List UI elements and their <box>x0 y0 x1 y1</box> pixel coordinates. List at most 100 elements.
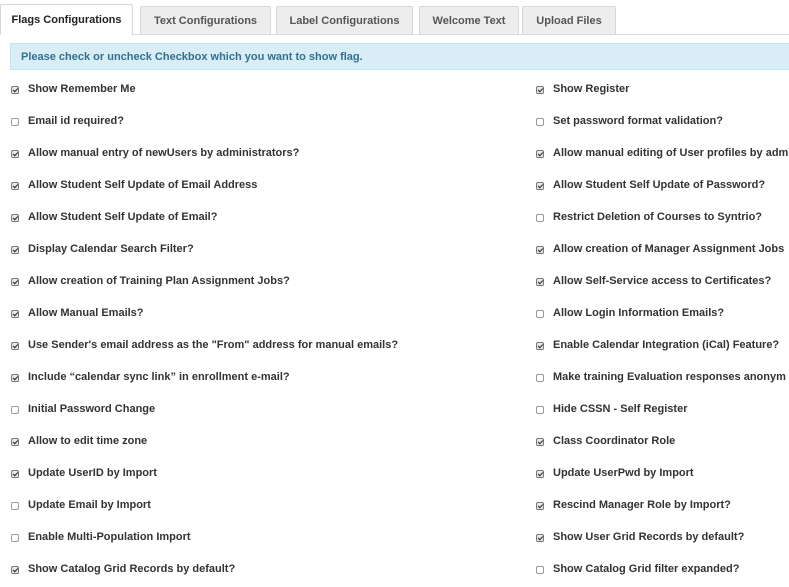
flag-checkbox[interactable] <box>536 373 544 382</box>
tab-flags-configurations[interactable]: Flags Configurations <box>0 4 133 35</box>
flag-label: Update UserPwd by Import <box>553 467 694 479</box>
flag-row-rescind-manager-role-by-import[interactable]: Rescind Manager Role by Import? <box>536 495 731 515</box>
flag-row-allow-self-service-access-to-certificate[interactable]: Allow Self-Service access to Certificate… <box>536 271 771 291</box>
flag-checkbox[interactable] <box>11 213 19 222</box>
flag-checkbox[interactable] <box>11 149 19 158</box>
flag-label: Restrict Deletion of Courses to Syntrio? <box>553 211 763 223</box>
info-message: Please check or uncheck Checkbox which y… <box>10 43 789 70</box>
flag-checkbox[interactable] <box>536 309 544 318</box>
tab-welcome-text[interactable]: Welcome Text <box>419 6 519 34</box>
tab-bar: Flags Configurations Text Configurations… <box>0 0 789 35</box>
flag-label: Email id required? <box>28 115 124 127</box>
flag-row-show-catalog-grid-records-by-default[interactable]: Show Catalog Grid Records by default? <box>11 559 235 579</box>
flag-label: Show User Grid Records by default? <box>553 531 745 543</box>
flag-label: Allow manual editing of User profiles by… <box>553 147 789 159</box>
flag-label: Update UserID by Import <box>28 467 157 479</box>
flag-label: Allow Login Information Emails? <box>553 307 725 319</box>
flag-label: Make training Evaluation responses anony… <box>553 371 786 383</box>
flag-label: Rescind Manager Role by Import? <box>553 499 731 511</box>
flag-row-class-coordinator-role[interactable]: Class Coordinator Role <box>536 431 675 451</box>
flag-label: Allow creation of Manager Assignment Job… <box>553 243 785 255</box>
flag-checkbox[interactable] <box>536 277 544 286</box>
flag-row-allow-to-edit-time-zone[interactable]: Allow to edit time zone <box>11 431 147 451</box>
flag-checkbox[interactable] <box>11 309 19 318</box>
flag-row-enable-calendar-integration-ical-feature[interactable]: Enable Calendar Integration (iCal) Featu… <box>536 335 779 355</box>
flag-checkbox[interactable] <box>11 373 19 382</box>
flag-checkbox[interactable] <box>536 469 544 478</box>
flag-checkbox[interactable] <box>11 277 19 286</box>
flag-label: Enable Calendar Integration (iCal) Featu… <box>553 339 780 351</box>
flag-checkbox[interactable] <box>536 437 544 446</box>
flag-label: Allow to edit time zone <box>28 435 148 447</box>
flag-checkbox[interactable] <box>536 341 544 350</box>
flag-row-allow-creation-of-training-plan-assignme[interactable]: Allow creation of Training Plan Assignme… <box>11 271 290 291</box>
flag-checkbox[interactable] <box>536 117 544 126</box>
tab-label-configurations[interactable]: Label Configurations <box>276 6 413 34</box>
flag-label: Use Sender's email address as the "From"… <box>28 339 399 351</box>
flag-label: Show Remember Me <box>28 83 136 95</box>
flag-row-show-register[interactable]: Show Register <box>536 79 629 99</box>
flag-row-make-training-evaluation-responses-anony[interactable]: Make training Evaluation responses anony… <box>536 367 786 387</box>
flag-checkbox[interactable] <box>11 341 19 350</box>
flag-label: Allow Student Self Update of Email Addre… <box>28 179 258 191</box>
tab-upload-files[interactable]: Upload Files <box>522 6 616 34</box>
flag-checkbox[interactable] <box>536 213 544 222</box>
flag-row-hide-cssn-self-register[interactable]: Hide CSSN - Self Register <box>536 399 687 419</box>
flag-checkbox[interactable] <box>536 533 544 542</box>
flag-checkbox[interactable] <box>536 565 544 574</box>
flag-row-show-catalog-grid-filter-expanded[interactable]: Show Catalog Grid filter expanded? <box>536 559 739 579</box>
flag-checkbox[interactable] <box>11 501 19 510</box>
flag-label: Include “calendar sync link” in enrollme… <box>28 371 290 383</box>
flag-label: Update Email by Import <box>28 499 151 511</box>
flag-checkbox[interactable] <box>536 245 544 254</box>
flag-label: Hide CSSN - Self Register <box>553 403 688 415</box>
flag-checkbox[interactable] <box>11 245 19 254</box>
flag-row-allow-manual-emails[interactable]: Allow Manual Emails? <box>11 303 144 323</box>
flag-checkbox[interactable] <box>536 501 544 510</box>
flag-row-email-id-required[interactable]: Email id required? <box>11 111 124 131</box>
flag-row-include-calendar-sync-link-in-enrollment[interactable]: Include “calendar sync link” in enrollme… <box>11 367 290 387</box>
flag-checkbox[interactable] <box>11 117 19 126</box>
flag-checkbox[interactable] <box>536 149 544 158</box>
flag-checkbox[interactable] <box>11 437 19 446</box>
flag-checkbox[interactable] <box>11 85 19 94</box>
flag-checkbox[interactable] <box>11 533 19 542</box>
flag-row-initial-password-change[interactable]: Initial Password Change <box>11 399 155 419</box>
flag-row-update-email-by-import[interactable]: Update Email by Import <box>11 495 151 515</box>
flag-row-update-userid-by-import[interactable]: Update UserID by Import <box>11 463 157 483</box>
flag-label: Set password format validation? <box>553 115 723 127</box>
flag-label: Enable Multi-Population Import <box>28 531 191 543</box>
flag-row-update-userpwd-by-import[interactable]: Update UserPwd by Import <box>536 463 694 483</box>
flag-checkbox[interactable] <box>11 469 19 478</box>
flag-label: Display Calendar Search Filter? <box>28 243 194 255</box>
flag-label: Allow manual entry of newUsers by admini… <box>28 147 300 159</box>
flag-checkbox[interactable] <box>11 405 19 414</box>
flag-row-show-user-grid-records-by-default[interactable]: Show User Grid Records by default? <box>536 527 744 547</box>
flag-row-restrict-deletion-of-courses-to-syntrio[interactable]: Restrict Deletion of Courses to Syntrio? <box>536 207 762 227</box>
flag-row-allow-login-information-emails[interactable]: Allow Login Information Emails? <box>536 303 724 323</box>
flag-checkbox[interactable] <box>11 181 19 190</box>
flag-checkbox[interactable] <box>11 565 19 574</box>
flag-row-show-remember-me[interactable]: Show Remember Me <box>11 79 136 99</box>
flag-row-allow-manual-entry-of-newusers-by-admini[interactable]: Allow manual entry of newUsers by admini… <box>11 143 299 163</box>
flag-row-allow-student-self-update-of-email-addre[interactable]: Allow Student Self Update of Email Addre… <box>11 175 257 195</box>
flag-label: Allow Manual Emails? <box>28 307 144 319</box>
flag-row-allow-student-self-update-of-email[interactable]: Allow Student Self Update of Email? <box>11 207 217 227</box>
flag-row-set-password-format-validation[interactable]: Set password format validation? <box>536 111 723 131</box>
flag-checkbox[interactable] <box>536 181 544 190</box>
flag-label: Allow Student Self Update of Email? <box>28 211 218 223</box>
flag-checkbox[interactable] <box>536 85 544 94</box>
flag-row-allow-manual-editing-of-user-profiles-by[interactable]: Allow manual editing of User profiles by… <box>536 143 788 163</box>
flag-label: Show Catalog Grid filter expanded? <box>553 563 740 575</box>
flag-row-use-sender-s-email-address-as-the-from-a[interactable]: Use Sender's email address as the "From"… <box>11 335 398 355</box>
flag-label: Allow creation of Training Plan Assignme… <box>28 275 290 287</box>
flag-label: Initial Password Change <box>28 403 156 415</box>
flag-row-display-calendar-search-filter[interactable]: Display Calendar Search Filter? <box>11 239 194 259</box>
flag-row-allow-creation-of-manager-assignment-job[interactable]: Allow creation of Manager Assignment Job… <box>536 239 784 259</box>
flag-label: Show Catalog Grid Records by default? <box>28 563 236 575</box>
flag-label: Allow Student Self Update of Password? <box>553 179 766 191</box>
flag-checkbox[interactable] <box>536 405 544 414</box>
flag-row-enable-multi-population-import[interactable]: Enable Multi-Population Import <box>11 527 191 547</box>
flag-row-allow-student-self-update-of-password[interactable]: Allow Student Self Update of Password? <box>536 175 765 195</box>
tab-text-configurations[interactable]: Text Configurations <box>140 6 271 34</box>
